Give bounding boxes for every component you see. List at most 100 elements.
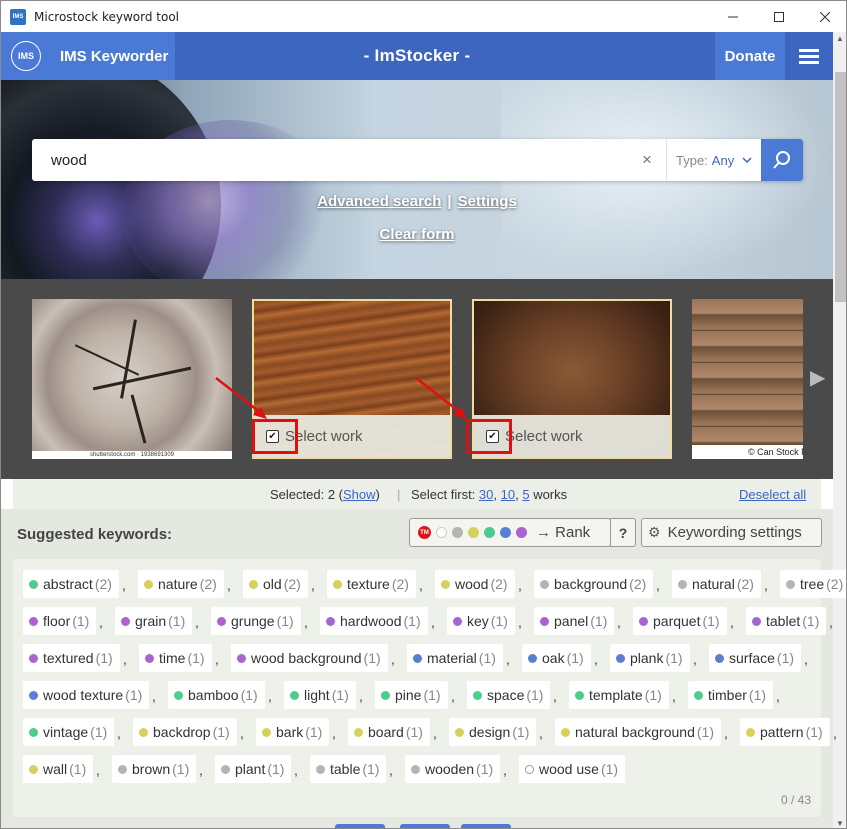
keyword-chip[interactable]: bark (1) <box>256 718 329 746</box>
keyword-text: plank <box>630 650 664 666</box>
select-first-10-link[interactable]: 10 <box>501 487 515 502</box>
clear-form-link[interactable]: Clear form <box>1 226 833 243</box>
keyword-chip[interactable]: material (1) <box>407 644 503 672</box>
bottom-button[interactable] <box>400 824 450 828</box>
keyword-chip[interactable]: wall (1) <box>23 755 93 783</box>
brand-logo: IMS <box>11 41 41 71</box>
vertical-scrollbar[interactable]: ▲ ▼ <box>833 32 846 828</box>
keyword-chip[interactable]: floor (1) <box>23 607 96 635</box>
keyword-separator: , <box>594 651 598 667</box>
keywording-settings-button[interactable]: ⚙ Keywording settings <box>641 518 822 547</box>
keyword-chip[interactable]: texture (2) <box>327 570 416 598</box>
keyword-chip[interactable]: time (1) <box>139 644 212 672</box>
rank-button[interactable]: TM → Rank <box>409 518 611 547</box>
keyword-separator: , <box>433 725 437 741</box>
donate-button[interactable]: Donate <box>715 32 785 80</box>
minimize-icon[interactable] <box>710 1 756 32</box>
keyword-chip[interactable]: wooden (1) <box>405 755 500 783</box>
show-selected-link[interactable]: Show <box>343 487 376 502</box>
keyword-chip[interactable]: plank (1) <box>610 644 690 672</box>
search-button[interactable] <box>761 139 803 181</box>
keyword-chip[interactable]: timber (1) <box>688 681 773 709</box>
keyword-chip[interactable]: pine (1) <box>375 681 448 709</box>
bottom-button[interactable] <box>461 824 511 828</box>
scroll-up-icon[interactable]: ▲ <box>836 34 844 43</box>
keyword-chip[interactable]: design (1) <box>449 718 536 746</box>
keyword-chip[interactable]: tree (2) <box>780 570 846 598</box>
keyword-chip[interactable]: nature (2) <box>138 570 224 598</box>
work-thumbnail[interactable]: © Can Stock Photo <box>692 299 803 459</box>
advanced-search-link[interactable]: Advanced search <box>317 193 441 210</box>
keyword-chip[interactable]: background (2) <box>534 570 653 598</box>
help-button[interactable]: ? <box>610 518 636 547</box>
keyword-chip[interactable]: textured (1) <box>23 644 120 672</box>
keyword-chip[interactable]: parquet (1) <box>633 607 727 635</box>
yellow-dot-icon <box>455 727 464 737</box>
keyword-chip[interactable]: grain (1) <box>115 607 192 635</box>
maximize-icon[interactable] <box>756 1 802 32</box>
keyword-chip[interactable]: tablet (1) <box>746 607 826 635</box>
select-first-30-link[interactable]: 30 <box>479 487 493 502</box>
gear-icon: ⚙ <box>648 524 661 540</box>
type-select[interactable]: Type: Any <box>666 139 761 181</box>
settings-link[interactable]: Settings <box>458 193 517 210</box>
blue-dot-icon <box>616 653 625 663</box>
green-dot-icon <box>29 727 38 737</box>
close-icon[interactable] <box>802 1 846 32</box>
hamburger-menu-icon[interactable] <box>785 32 833 80</box>
keyword-chip[interactable]: wood texture (1) <box>23 681 149 709</box>
keyword-frequency: (2) <box>826 576 844 592</box>
keyword-chip[interactable]: key (1) <box>447 607 515 635</box>
keyword-frequency: (1) <box>805 724 823 740</box>
keyword-chip[interactable]: hardwood (1) <box>320 607 428 635</box>
keyword-chip[interactable]: natural background (1) <box>555 718 721 746</box>
keyword-frequency: (1) <box>512 724 530 740</box>
keyword-chip[interactable]: oak (1) <box>522 644 591 672</box>
keyword-text: texture <box>347 576 390 592</box>
scroll-down-icon[interactable]: ▼ <box>836 819 844 828</box>
keyword-chip[interactable]: abstract (2) <box>23 570 119 598</box>
keyword-chip[interactable]: surface (1) <box>709 644 801 672</box>
keyword-chip[interactable]: space (1) <box>467 681 550 709</box>
gray-dot-icon <box>221 764 230 774</box>
carousel-next-icon[interactable]: ▶ <box>810 365 825 390</box>
keyword-chip[interactable]: grunge (1) <box>211 607 301 635</box>
yellow-dot-icon <box>561 727 570 737</box>
keyword-chip[interactable]: table (1) <box>310 755 386 783</box>
white-dot-icon <box>436 527 447 538</box>
keyword-separator: , <box>451 688 455 704</box>
keyword-chip[interactable]: natural (2) <box>672 570 761 598</box>
bottom-button[interactable] <box>335 824 385 828</box>
blue-dot-icon <box>500 527 511 538</box>
clear-search-icon[interactable]: × <box>642 150 652 170</box>
work-thumbnail[interactable]: shutterstock.com · 1938691309 <box>32 299 232 459</box>
keyword-chip[interactable]: board (1) <box>348 718 430 746</box>
keyword-frequency: (1) <box>267 761 285 777</box>
keyword-text: natural <box>692 576 735 592</box>
keyword-separator: , <box>776 688 780 704</box>
scrollbar-thumb[interactable] <box>835 72 846 302</box>
keyword-text: template <box>589 687 643 703</box>
keyword-frequency: (1) <box>423 687 441 703</box>
keyword-chip[interactable]: template (1) <box>569 681 669 709</box>
keyword-chip[interactable]: bamboo (1) <box>168 681 265 709</box>
keyword-chip[interactable]: backdrop (1) <box>133 718 237 746</box>
keyword-chip[interactable]: wood (2) <box>435 570 515 598</box>
keyword-frequency: (1) <box>802 613 820 629</box>
brand-link[interactable]: IMS IMS Keyworder <box>1 32 175 80</box>
search-input[interactable] <box>51 139 631 181</box>
keyword-frequency: (1) <box>362 761 380 777</box>
keyword-chip[interactable]: vintage (1) <box>23 718 114 746</box>
keyword-chip[interactable]: wood use (1) <box>519 755 625 783</box>
keyword-chip[interactable]: plant (1) <box>215 755 291 783</box>
deselect-all-link[interactable]: Deselect all <box>739 487 806 502</box>
keyword-chip[interactable]: pattern (1) <box>740 718 830 746</box>
keyword-chip[interactable]: wood background (1) <box>231 644 388 672</box>
select-first-5-link[interactable]: 5 <box>522 487 529 502</box>
keyword-chip[interactable]: brown (1) <box>112 755 196 783</box>
keyword-separator: , <box>122 577 126 593</box>
keyword-chip[interactable]: old (2) <box>243 570 308 598</box>
keyword-chip[interactable]: panel (1) <box>534 607 614 635</box>
type-label: Type: <box>676 152 708 168</box>
keyword-chip[interactable]: light (1) <box>284 681 356 709</box>
